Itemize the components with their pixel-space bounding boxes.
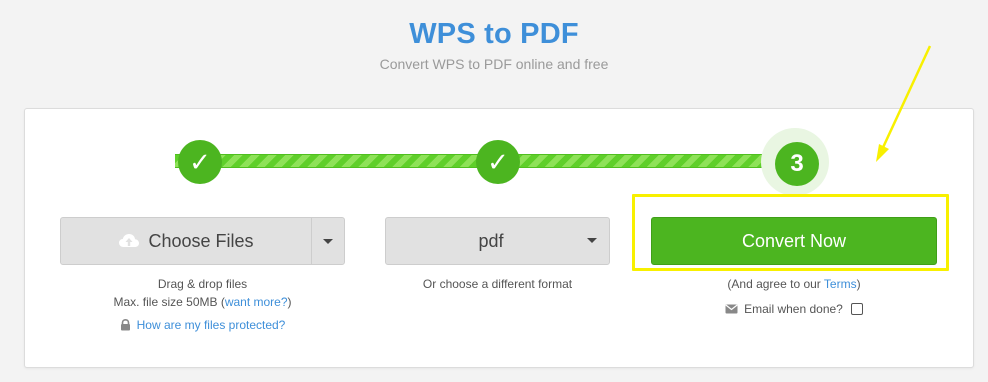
files-protected-row: How are my files protected? [60, 318, 345, 332]
chevron-down-icon [587, 238, 597, 243]
format-select[interactable]: pdf [385, 217, 610, 265]
lock-icon [120, 319, 130, 331]
terms-agreement: (And agree to our Terms) [651, 277, 937, 291]
choose-files-dropdown-button[interactable] [312, 218, 344, 264]
page-title: WPS to PDF [409, 18, 579, 50]
step-2-done-icon: ✓ [476, 140, 520, 184]
choose-files-button[interactable]: Choose Files [61, 218, 311, 264]
step-3-current: 3 [775, 142, 819, 186]
terms-link[interactable]: Terms [824, 277, 857, 291]
email-when-done-checkbox[interactable] [850, 303, 863, 315]
step-1-done-icon: ✓ [178, 140, 222, 184]
files-protected-link[interactable]: How are my files protected? [137, 318, 286, 332]
chevron-down-icon [323, 238, 333, 244]
agree-suffix: ) [856, 277, 861, 291]
email-when-done-row: Email when done? [651, 302, 937, 316]
envelope-icon [725, 304, 738, 314]
max-size-text-end: ) [287, 295, 292, 309]
format-hint: Or choose a different format [422, 277, 573, 291]
agree-prefix: (And agree to our [727, 277, 824, 291]
want-more-link[interactable]: want more? [225, 295, 288, 309]
choose-files-label: Choose Files [148, 230, 254, 251]
cloud-upload-icon [119, 234, 140, 247]
email-when-done-label: Email when done? [744, 302, 843, 316]
page-subtitle: Convert WPS to PDF online and free [379, 56, 609, 72]
convert-now-button[interactable]: Convert Now [651, 217, 937, 265]
max-file-size-hint: Max. file size 50MB (want more?) [60, 295, 345, 309]
format-selected-value: pdf [478, 230, 504, 251]
choose-files-group: Choose Files [60, 217, 345, 265]
max-size-text: Max. file size 50MB ( [113, 295, 225, 309]
drag-drop-hint: Drag & drop files [157, 277, 248, 291]
